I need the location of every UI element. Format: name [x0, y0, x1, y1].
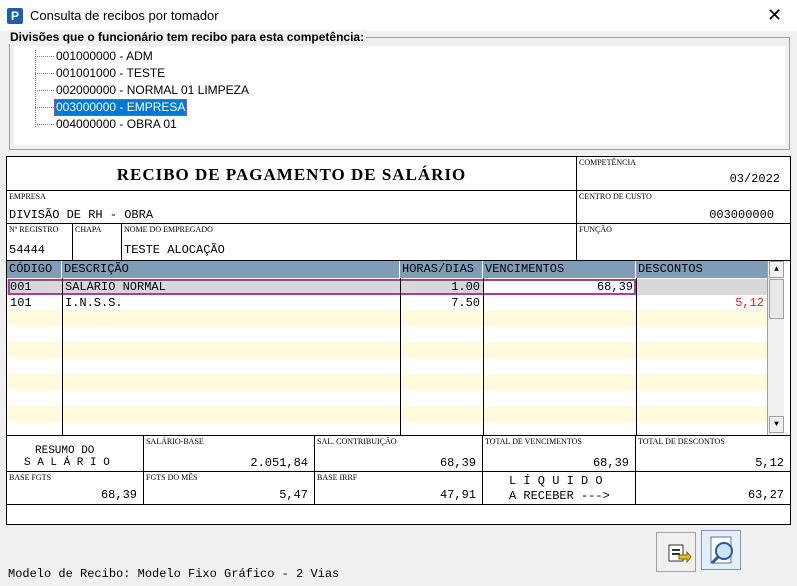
sal-contrib-value: 68,39	[439, 456, 476, 470]
centro-custo-label: CENTRO DE CUSTO	[579, 192, 652, 201]
base-irrf-value: 47,91	[439, 488, 476, 502]
grid-col-divider	[62, 278, 63, 435]
tree-item-label: 002000000 - NORMAL 01 LIMPEZA	[56, 83, 249, 97]
cell-descontos	[636, 279, 767, 295]
scroll-up-icon[interactable]: ▲	[769, 261, 784, 278]
divisions-tree[interactable]: 001000000 - ADM 001001000 - TESTE 002000…	[14, 46, 785, 145]
resumo-cell: RESUMO DO S A L Á R I O	[7, 436, 144, 472]
resumo-line2: S A L Á R I O	[24, 457, 110, 469]
total-desc-cell: TOTAL DE DESCONTOS 5,12	[636, 436, 790, 472]
liquido-line2: A RECEBER --->	[509, 489, 610, 503]
competencia-label: COMPETÊNCIA	[579, 158, 636, 167]
centro-custo-cell: CENTRO DE CUSTO 003000000	[577, 191, 790, 224]
cell-descontos: 5,12	[735, 296, 764, 310]
base-fgts-cell: BASE FGTS 68,39	[7, 472, 144, 505]
fgts-mes-value: 5,47	[279, 488, 308, 502]
col-header-horas[interactable]: HORAS/DIAS	[400, 261, 483, 278]
sal-contrib-label: SAL. CONTRIBUIÇÃO	[317, 437, 397, 446]
title-bar: P Consulta de recibos por tomador ✕	[0, 0, 797, 31]
export-button[interactable]	[656, 532, 696, 572]
total-venc-label: TOTAL DE VENCIMENTOS	[485, 437, 582, 446]
grid-col-divider	[400, 278, 401, 435]
base-irrf-cell: BASE IRRF 47,91	[315, 472, 483, 505]
registro-cell: Nº REGISTRO 54444	[7, 224, 73, 261]
nome-cell: NOME DO EMPREGADO TESTE ALOCAÇÃO	[122, 224, 577, 261]
total-venc-cell: TOTAL DE VENCIMENTOS 68,39	[483, 436, 636, 472]
tree-item-label: 001001000 - TESTE	[56, 66, 166, 80]
registro-label: Nº REGISTRO	[9, 225, 59, 234]
liquido-value-cell: 63,27	[636, 472, 790, 505]
tree-item[interactable]: 001000000 - ADM	[35, 48, 155, 65]
competencia-value: 03/2022	[729, 172, 780, 186]
grid-scrollbar[interactable]: ▲ ▼	[767, 261, 784, 435]
empresa-cell: EMPRESA DIVISÃO DE RH - OBRA	[7, 191, 577, 224]
fgts-mes-cell: FGTS DO MÊS 5,47	[144, 472, 315, 505]
tree-item[interactable]: 001001000 - TESTE	[35, 65, 167, 82]
total-desc-value: 5,12	[755, 456, 784, 470]
base-fgts-value: 68,39	[100, 488, 137, 502]
row-focus-outline	[8, 279, 636, 295]
competencia-cell: COMPETÊNCIA 03/2022	[577, 157, 790, 191]
tree-item-label: 003000000 - EMPRESA	[54, 99, 188, 116]
salario-base-value: 2.051,84	[250, 456, 308, 470]
grid-header: CÓDIGO DESCRIÇÃO HORAS/DIAS VENCIMENTOS …	[7, 261, 767, 278]
cell-horas: 7.50	[451, 296, 480, 310]
close-button[interactable]: ✕	[752, 0, 797, 31]
tree-item-selected[interactable]: 003000000 - EMPRESA	[35, 99, 188, 116]
nome-value: TESTE ALOCAÇÃO	[124, 243, 225, 257]
tree-item[interactable]: 004000000 - OBRA 01	[35, 116, 179, 133]
cell-vencimentos	[483, 295, 636, 311]
base-fgts-label: BASE FGTS	[9, 473, 52, 482]
tree-item-label: 001000000 - ADM	[56, 49, 153, 63]
search-magnifier-icon	[710, 536, 733, 565]
cell-codigo: 101	[10, 296, 32, 310]
search-button[interactable]	[701, 530, 741, 570]
liquido-value: 63,27	[747, 488, 784, 502]
empresa-label: EMPRESA	[9, 192, 46, 201]
app-icon: P	[7, 8, 23, 24]
total-venc-value: 68,39	[592, 456, 629, 470]
scroll-down-icon[interactable]: ▼	[769, 416, 784, 433]
col-header-descricao[interactable]: DESCRIÇÃO	[62, 261, 400, 278]
base-irrf-label: BASE IRRF	[317, 473, 358, 482]
window-title: Consulta de recibos por tomador	[30, 8, 219, 23]
receipt-title: RECIBO DE PAGAMENTO DE SALÁRIO	[116, 165, 467, 184]
total-desc-label: TOTAL DE DESCONTOS	[638, 437, 725, 446]
export-icon	[668, 544, 692, 564]
tree-item[interactable]: 002000000 - NORMAL 01 LIMPEZA	[35, 82, 251, 99]
salario-base-label: SALÁRIO-BASE	[146, 437, 204, 446]
col-header-descontos[interactable]: DESCONTOS	[636, 261, 767, 278]
chapa-cell: CHAPA	[73, 224, 122, 261]
registro-value: 54444	[9, 243, 46, 257]
sal-contrib-cell: SAL. CONTRIBUIÇÃO 68,39	[315, 436, 483, 472]
earnings-grid[interactable]: CÓDIGO DESCRIÇÃO HORAS/DIAS VENCIMENTOS …	[7, 261, 767, 435]
grid-col-divider	[483, 278, 484, 435]
salary-receipt: RECIBO DE PAGAMENTO DE SALÁRIO COMPETÊNC…	[6, 156, 791, 525]
salario-base-cell: SALÁRIO-BASE 2.051,84	[144, 436, 315, 472]
chapa-label: CHAPA	[75, 225, 102, 234]
receipt-title-cell: RECIBO DE PAGAMENTO DE SALÁRIO	[7, 157, 577, 191]
divisions-group-label: Divisões que o funcionário tem recibo pa…	[8, 30, 367, 44]
scroll-thumb[interactable]	[769, 279, 784, 319]
table-row[interactable]: 101 I.N.S.S. 7.50 5,12	[7, 295, 767, 311]
funcao-cell: FUNÇÃO	[577, 224, 790, 261]
empresa-value: DIVISÃO DE RH - OBRA	[9, 208, 154, 222]
tree-item-label: 004000000 - OBRA 01	[56, 117, 177, 131]
liquido-label-cell: L Í Q U I D O A RECEBER --->	[483, 472, 636, 505]
resumo-line1: RESUMO DO	[35, 445, 95, 457]
cell-descricao: I.N.S.S.	[65, 296, 123, 310]
col-header-vencimentos[interactable]: VENCIMENTOS	[483, 261, 636, 278]
col-header-codigo[interactable]: CÓDIGO	[7, 261, 62, 278]
centro-custo-value: 003000000	[709, 208, 774, 222]
modelo-recibo-text: Modelo de Recibo: Modelo Fixo Gráfico - …	[8, 567, 340, 581]
liquido-line1: L Í Q U I D O	[509, 474, 603, 488]
fgts-mes-label: FGTS DO MÊS	[146, 473, 198, 482]
nome-label: NOME DO EMPREGADO	[124, 225, 213, 234]
funcao-label: FUNÇÃO	[579, 225, 612, 234]
grid-col-divider	[636, 278, 637, 435]
